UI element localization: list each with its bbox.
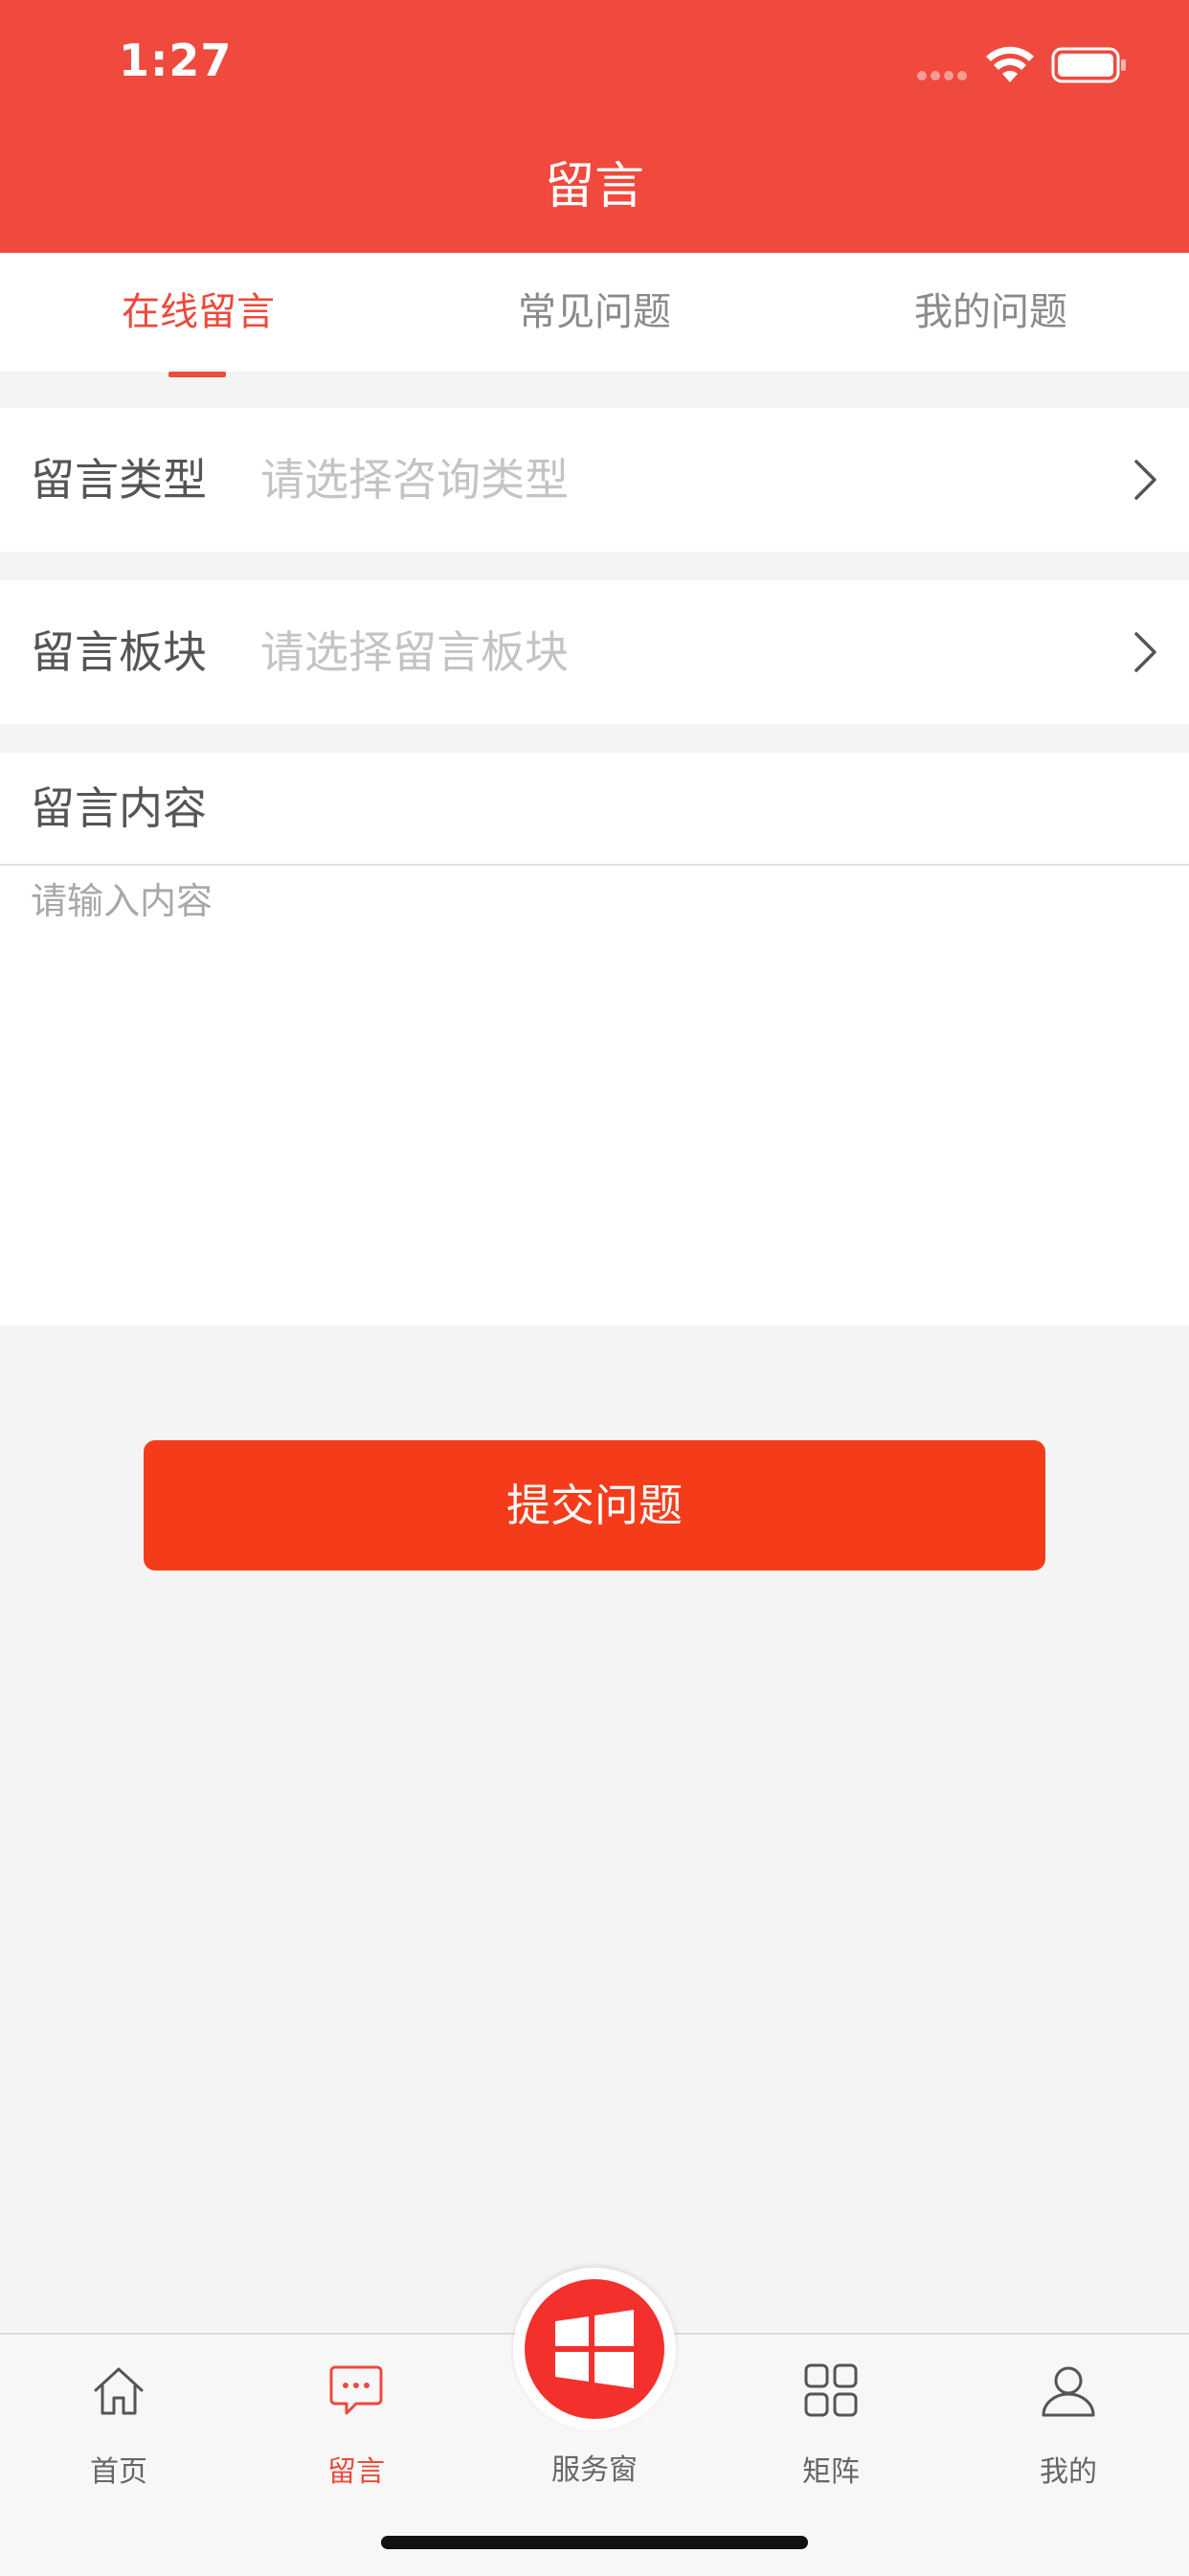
home-indicator [381, 2536, 808, 2549]
message-content-section: 留言内容 [0, 753, 1189, 1325]
status-time: 1:27 [119, 34, 233, 86]
tabbar-item-matrix[interactable]: 矩阵 [712, 2335, 950, 2507]
segment-tabs: 在线留言 常见问题 我的问题 [0, 253, 1189, 372]
message-section-row[interactable]: 留言板块 请选择留言板块 [0, 580, 1189, 724]
message-type-row[interactable]: 留言类型 请选择咨询类型 [0, 408, 1189, 552]
home-icon [94, 2367, 144, 2415]
tabbar-item-message[interactable]: 留言 [237, 2335, 475, 2507]
page-title: 留言 [544, 158, 644, 215]
submit-question-button[interactable]: 提交问题 [144, 1440, 1045, 1570]
active-tab-indicator [168, 372, 226, 377]
tab-online-message[interactable]: 在线留言 [0, 253, 396, 372]
message-type-placeholder: 请选择咨询类型 [260, 454, 569, 506]
tabbar-item-home[interactable]: 首页 [0, 2335, 237, 2507]
tabbar-label-mine: 我的 [1040, 2455, 1097, 2489]
tabbar-label-home: 首页 [90, 2455, 147, 2489]
message-content-label: 留言内容 [31, 782, 207, 834]
message-icon [329, 2365, 383, 2415]
cellular-signal-icon [917, 71, 969, 80]
tab-faq[interactable]: 常见问题 [396, 253, 793, 372]
chevron-right-icon [1134, 632, 1156, 672]
chevron-right-icon [1134, 460, 1156, 500]
tabbar-label-matrix: 矩阵 [802, 2455, 860, 2489]
message-content-input[interactable] [31, 877, 1160, 1299]
tabbar-label-service-window: 服务窗 [551, 2453, 638, 2487]
battery-icon [1051, 47, 1126, 83]
user-icon [1042, 2366, 1095, 2417]
tabbar-label-message: 留言 [327, 2455, 385, 2489]
wifi-icon [986, 46, 1034, 82]
windows-icon [555, 2310, 634, 2388]
message-section-label: 留言板块 [31, 626, 207, 678]
service-window-button[interactable] [525, 2279, 664, 2419]
divider [0, 864, 1189, 866]
tab-my-questions[interactable]: 我的问题 [793, 253, 1189, 372]
message-section-placeholder: 请选择留言板块 [260, 626, 569, 678]
tabbar-item-mine[interactable]: 我的 [950, 2335, 1187, 2507]
message-type-label: 留言类型 [31, 454, 207, 506]
grid-icon [804, 2363, 858, 2417]
app-header: 1:27 留言 [0, 0, 1189, 253]
